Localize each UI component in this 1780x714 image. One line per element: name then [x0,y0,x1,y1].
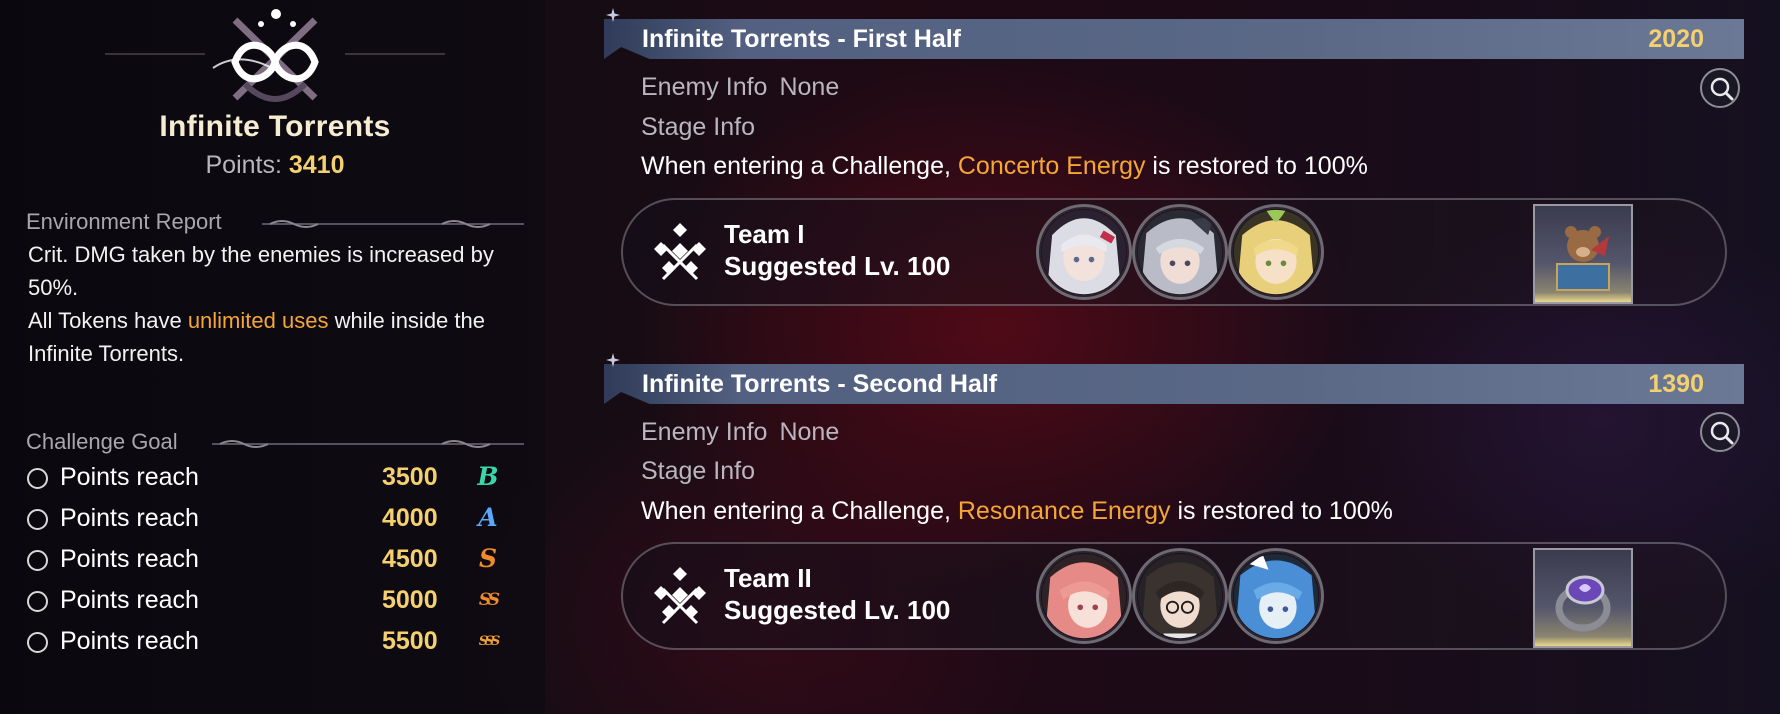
infinite-torrents-emblem-icon [105,9,445,102]
enemy-info-value: None [779,73,840,101]
stage-effect-description: When entering a Challenge, Resonance Ene… [641,497,1393,526]
grade-b-icon: B [477,462,499,491]
stage-title: Infinite Torrents - First Half [642,25,961,53]
goal-target-points: 5000 [382,586,438,614]
enemy-info: Enemy Info None [641,418,839,447]
goal-target-points: 5500 [382,627,438,655]
magnifier-icon [1710,421,1734,445]
magnifier-icon [1710,77,1734,101]
goal-target-points: 4500 [382,545,438,573]
team-card-1[interactable]: Team I Suggested Lv. 100 [621,198,1727,306]
stage-score: 1390 [1648,370,1704,398]
goal-target-points: 3500 [382,463,438,491]
goal-status-circle-icon [27,550,48,571]
purple-ring-echo-icon [1555,575,1611,632]
goal-label: Points reach [60,586,199,614]
team-member-avatar[interactable] [1036,204,1132,300]
stage-info-label: Stage Info [641,113,755,141]
teddy-bear-echo-icon [1556,226,1610,291]
environment-effect-2: All Tokens have unlimited uses while ins… [28,304,528,370]
blue-haired-character-portrait [1233,553,1319,639]
environment-report-text: Crit. DMG taken by the enemies is increa… [28,238,528,370]
goal-label: Points reach [60,504,199,532]
goal-target-points: 4000 [382,504,438,532]
goal-status-circle-icon [27,591,48,612]
enemy-info-label: Enemy Info [641,418,768,446]
team-emblem-icon [654,567,706,625]
stage-score: 2020 [1648,25,1704,53]
stage-effect-tail: is restored to 100% [1145,152,1368,180]
stage-info-label: Stage Info [641,457,755,485]
goal-status-circle-icon [27,468,48,489]
team-member-avatar[interactable] [1132,548,1228,644]
team-member-avatar[interactable] [1228,204,1324,300]
blonde-character-portrait [1233,209,1319,295]
challenge-goal-row[interactable]: Points reach 5500 SSS [27,626,507,662]
points-value: 3410 [288,151,345,179]
enemy-info-value: None [779,418,840,446]
suggested-level: Suggested Lv. 100 [724,595,951,625]
silver-haired-character-portrait [1137,209,1223,295]
challenge-goal-row[interactable]: Points reach 3500 B [27,462,507,498]
resonance-energy-highlight: Resonance Energy [957,497,1171,525]
team-card-2[interactable]: Team II Suggested Lv. 100 [621,542,1727,650]
team-name: Team I [724,219,805,249]
goal-label: Points reach [60,545,199,573]
challenge-goal-heading: Challenge Goal [26,429,178,454]
challenge-goal-row[interactable]: Points reach 5000 SS [27,585,507,621]
challenge-goal-row[interactable]: Points reach 4000 A [27,503,507,539]
environment-effect-2-text: All Tokens have [28,308,188,333]
white-haired-character-portrait [1041,209,1127,295]
echo-slot[interactable] [1533,204,1633,304]
stage-effect-text: When entering a Challenge, [641,497,958,525]
challenge-goal-row[interactable]: Points reach 4500 S [27,544,507,580]
mode-title: Infinite Torrents [159,110,391,143]
unlimited-uses-highlight: unlimited uses [187,308,329,333]
goal-status-circle-icon [27,509,48,530]
grade-sss-icon: SSS [478,634,501,649]
suggested-level: Suggested Lv. 100 [724,251,951,281]
goal-label: Points reach [60,627,199,655]
dark-haired-character-portrait [1137,553,1223,639]
grade-s-icon: S [478,544,498,573]
stage-title: Infinite Torrents - Second Half [642,370,998,398]
stage-effect-description: When entering a Challenge, Concerto Ener… [641,152,1368,181]
grade-a-icon: A [478,503,498,532]
team-member-avatar[interactable] [1228,548,1324,644]
grade-ss-icon: SS [478,590,500,610]
enemy-info-label: Enemy Info [641,73,768,101]
enemy-info-search-button[interactable] [1700,412,1740,452]
points-label: Points: [205,151,282,179]
concerto-energy-highlight: Concerto Energy [957,152,1146,180]
sparkle-icon [606,8,620,22]
sparkle-icon [606,353,620,367]
echo-slot[interactable] [1533,548,1633,648]
pink-haired-character-portrait [1041,553,1127,639]
goal-label: Points reach [60,463,199,491]
team-member-avatar[interactable] [1036,548,1132,644]
section-divider [212,440,524,448]
stage-effect-text: When entering a Challenge, [641,152,958,180]
environment-effect-1: Crit. DMG taken by the enemies is increa… [28,242,494,300]
goal-status-circle-icon [27,632,48,653]
team-name: Team II [724,563,812,593]
stage-effect-tail: is restored to 100% [1170,497,1393,525]
challenge-info-panel: Infinite Torrents Points: 3410 Environme… [0,0,545,714]
team-emblem-icon [654,223,706,281]
environment-report-heading: Environment Report [26,209,222,234]
team-member-avatar[interactable] [1132,204,1228,300]
enemy-info-search-button[interactable] [1700,68,1740,108]
enemy-info: Enemy Info None [641,73,839,102]
section-divider [262,220,524,228]
total-points: Points: 3410 [0,151,550,180]
